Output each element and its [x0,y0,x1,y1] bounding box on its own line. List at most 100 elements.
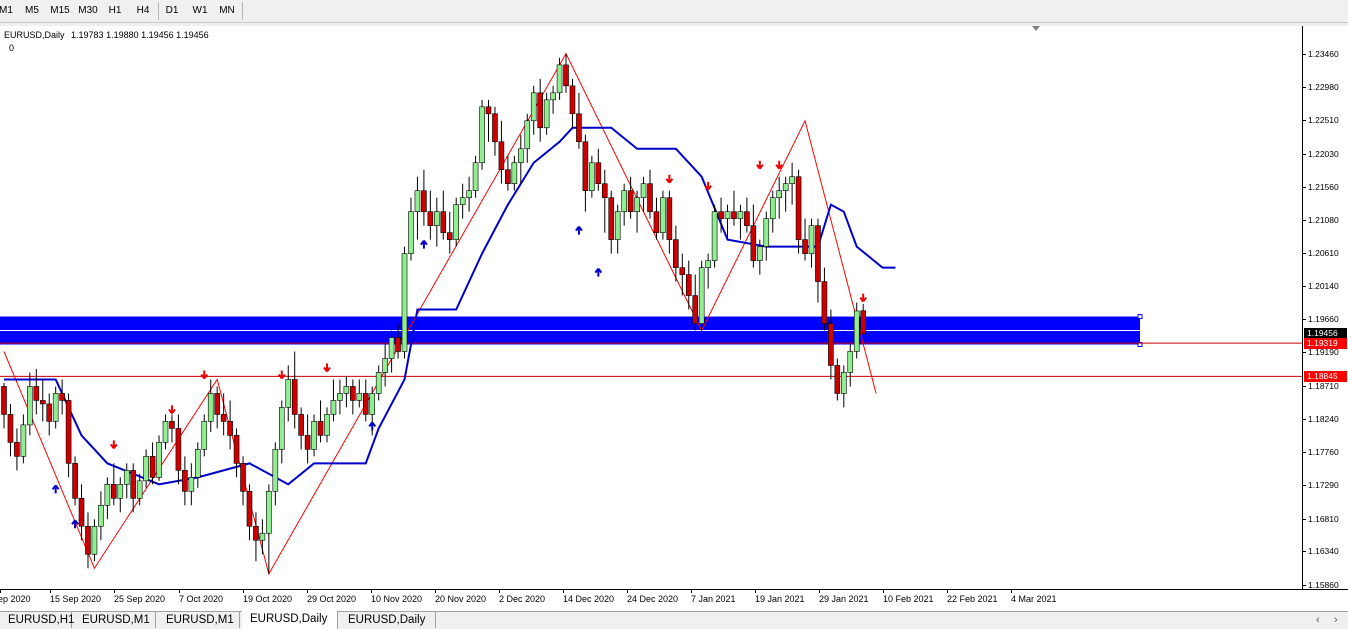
timeframe-mn[interactable]: MN [215,2,239,20]
bull-candle [266,491,272,534]
price-tick [1303,585,1306,586]
tabs-scroll-left-icon[interactable]: ‹ [1316,612,1320,628]
bull-candle [769,197,776,219]
time-label: 10 Nov 2020 [371,594,423,604]
line-price-tag-1: 1.19319 [1304,337,1347,349]
bull-candle [737,211,744,219]
bull-candle [330,400,337,415]
bear-candle [111,484,117,499]
bear-candle [492,113,498,143]
bear-candle [744,211,750,226]
bear-candle [246,491,253,527]
bear-candle [220,414,227,422]
time-axis[interactable]: Sep 2020 15 Sep 2020 25 Sep 2020 7 Oct 2020… [0,589,1348,612]
price-tick [1303,252,1306,254]
bear-candle [227,421,233,436]
timeframe-h1[interactable]: H1 [104,2,126,20]
sell-arrow-icon [704,181,712,191]
bull-candle [453,204,460,240]
time-label: 29 Jan 2021 [819,594,869,604]
price-label: 1.16340 [1308,546,1339,557]
bull-candle [550,92,556,101]
trend-line [4,126,896,486]
sell-arrow-icon [200,370,209,380]
bull-candle [782,183,789,191]
price-chart[interactable] [0,26,1302,589]
bear-candle [1,386,7,415]
time-label: 4 Mar 2021 [1011,594,1057,604]
bear-candle [750,225,757,261]
timeframe-m5[interactable]: M5 [20,2,44,20]
sell-arrow-icon [859,293,867,303]
bear-candle [317,421,324,436]
tab-eurusd-m1[interactable]: EURUSD,M1 [74,612,156,628]
tabs-scroll-right-icon[interactable]: › [1334,612,1338,628]
bull-candle [847,351,854,373]
bull-candle [724,211,731,219]
price-tick [1303,418,1306,420]
bull-candle [634,197,640,212]
bear-candle [802,239,808,254]
bear-candle [595,162,602,185]
timeframe-m1[interactable]: M1 [0,2,14,20]
price-label: 1.17290 [1308,480,1339,491]
bull-candle [52,393,59,422]
bull-candle [20,424,27,457]
timeframe-w1[interactable]: W1 [188,2,212,20]
time-tick [819,590,820,593]
chart-canvas[interactable] [0,26,1302,589]
timeframe-m15[interactable]: M15 [47,2,73,20]
bear-candle [731,211,737,219]
bear-candle [860,310,866,334]
price-label: 1.21080 [1308,215,1339,226]
bear-candle [362,393,369,415]
toolbar-separator [242,2,243,20]
price-tick [1303,186,1306,188]
price-axis[interactable]: 1.23460 1.22980 1.22510 1.22030 1.21560 1.210… [1302,26,1348,590]
tab-eurusd-daily[interactable]: EURUSD,Daily [242,611,338,629]
bear-candle [692,295,699,324]
bear-candle [828,323,834,366]
bull-candle [91,525,98,555]
bull-candle [259,532,266,541]
bull-candle [136,480,143,499]
bull-candle [117,484,124,499]
timeframe-m30[interactable]: M30 [75,2,101,20]
time-tick [947,590,948,593]
price-label: 1.22030 [1308,148,1339,159]
time-tick [755,590,756,593]
bull-candle [614,211,621,240]
time-tick [371,590,372,593]
bear-candle [666,197,673,240]
price-label: 1.23460 [1308,48,1339,59]
bull-candle [556,64,563,94]
tab-eurusd-h1[interactable]: EURUSD,H1 [0,612,74,628]
price-label: 1.20610 [1308,247,1339,258]
bull-candle [776,190,783,198]
time-label: 25 Sep 2020 [114,594,166,604]
time-tick [243,590,244,593]
bull-candle [789,176,795,185]
zone-handle-top [1137,314,1143,320]
bear-candle [253,525,259,541]
time-tick [435,590,436,593]
bull-candle [369,393,376,415]
bull-candle [840,372,847,394]
bull-candle [156,442,162,478]
price-label: 1.19190 [1308,347,1339,358]
timeframe-d1[interactable]: D1 [161,2,183,20]
sell-arrow-icon [323,363,331,373]
bear-candle [14,442,20,457]
bear-candle [421,190,427,212]
price-label: 1.19660 [1308,314,1339,325]
bull-candle [401,253,408,352]
bear-candle [149,456,156,478]
timeframe-h4[interactable]: H4 [131,2,155,20]
bull-candle [98,505,104,527]
tab-eurusd-m1-2[interactable]: EURUSD,M1 [158,612,240,628]
bull-candle [195,449,201,478]
time-label: 19 Jan 2021 [755,594,805,604]
bear-candle [627,190,634,212]
tab-eurusd-daily-2[interactable]: EURUSD,Daily [340,612,436,628]
bull-candle [472,162,479,191]
